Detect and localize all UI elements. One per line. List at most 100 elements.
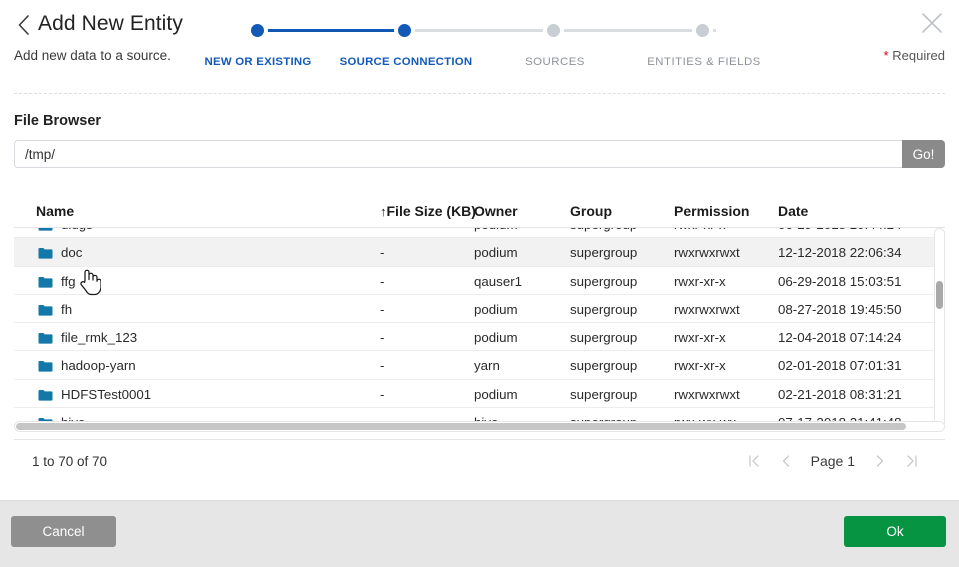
table-cell-permission: rwxr-xr-x xyxy=(674,273,726,289)
table-cell-date: 12-12-2018 22:06:34 xyxy=(778,245,902,261)
folder-icon xyxy=(38,388,53,401)
table-cell-group: supergroup xyxy=(570,245,638,261)
next-page-icon[interactable] xyxy=(873,450,887,472)
table-cell-name: ffg xyxy=(61,273,76,289)
table-cell-size: - xyxy=(380,273,385,289)
table-cell-name: hadoop-yarn xyxy=(61,358,136,374)
table-row[interactable]: fh - podium supergroup rwxrwxrwxt 08-27-2018 … xyxy=(14,295,945,324)
column-header-file-size[interactable]: ↑File Size (KB) xyxy=(380,203,476,219)
stepper-track xyxy=(260,29,716,32)
go-button[interactable]: Go! xyxy=(902,140,945,168)
cancel-button[interactable]: Cancel xyxy=(11,516,116,547)
table-row[interactable]: ffg - qauser1 supergroup rwxr-xr-x 06-29-2018… xyxy=(14,267,945,295)
stepper-label-source-connection[interactable]: SOURCE CONNECTION xyxy=(340,56,473,68)
last-page-icon[interactable] xyxy=(905,450,919,472)
file-browser-label: File Browser xyxy=(14,113,102,129)
required-label: Required xyxy=(892,48,945,63)
header-divider xyxy=(14,93,945,94)
dialog-header: Add New Entity Add new data to a source.… xyxy=(0,0,959,88)
table-cell-permission: rwxrwxrwxt xyxy=(674,301,740,317)
stepper-segment-1 xyxy=(260,29,413,32)
table-cell-group: supergroup xyxy=(570,330,638,346)
table-cell-date: 06-29-2018 20:44:24 xyxy=(778,228,901,232)
pagination-page-label[interactable]: Page 1 xyxy=(811,453,855,469)
table-cell-owner: podium xyxy=(474,245,518,261)
table-cell-name: fh xyxy=(61,301,73,317)
table-bottom-divider xyxy=(14,439,945,440)
table-row[interactable]: hadoop-yarn - yarn supergroup rwxr-xr-x 02-01… xyxy=(14,351,945,380)
vertical-scroll-thumb[interactable] xyxy=(936,281,943,309)
table-vertical-scrollbar[interactable] xyxy=(934,228,945,428)
required-asterisk: * xyxy=(883,48,889,63)
stepper-label-entities-fields[interactable]: ENTITIES & FIELDS xyxy=(647,56,761,68)
table-cell-date: 08-27-2018 19:45:50 xyxy=(778,301,902,317)
column-header-permission[interactable]: Permission xyxy=(674,203,749,219)
table-cell-name: HDFSTest0001 xyxy=(61,386,152,402)
stepper-dot-entities-fields[interactable] xyxy=(692,20,713,41)
table-cell-group: supergroup xyxy=(570,358,638,374)
table-cell-name: doc xyxy=(61,245,83,261)
dialog-footer: Cancel Ok xyxy=(0,500,959,567)
folder-icon xyxy=(38,331,53,344)
table-cell-date: 02-01-2018 07:01:31 xyxy=(778,358,902,374)
table-cell-size: - xyxy=(380,245,385,261)
column-header-name[interactable]: Name xyxy=(36,203,74,219)
table-cell-group: supergroup xyxy=(570,273,638,289)
stepper-segment-2 xyxy=(412,29,564,32)
required-note: * Required xyxy=(884,48,945,63)
file-table: Name ↑File Size (KB) Owner Group Permiss… xyxy=(14,194,945,446)
table-cell-group: supergroup xyxy=(570,301,638,317)
table-header-row: Name ↑File Size (KB) Owner Group Permiss… xyxy=(14,194,945,228)
horizontal-scroll-thumb[interactable] xyxy=(16,423,906,430)
column-header-date[interactable]: Date xyxy=(778,203,808,219)
table-cell-size: - xyxy=(380,228,384,232)
page-title: Add New Entity xyxy=(38,12,183,35)
table-cell-owner: qauser1 xyxy=(474,273,523,289)
folder-icon xyxy=(38,246,53,259)
table-cell-owner: podium xyxy=(474,301,518,317)
first-page-icon[interactable] xyxy=(747,450,761,472)
path-row: Go! xyxy=(14,140,945,168)
table-cell-permission: rwxrwxrwxt xyxy=(674,386,740,402)
pagination-count: 1 to 70 of 70 xyxy=(32,454,108,469)
stepper-dot-sources[interactable] xyxy=(543,20,564,41)
folder-icon xyxy=(38,228,53,231)
column-header-group[interactable]: Group xyxy=(570,203,612,219)
stepper-dot-new-or-existing[interactable] xyxy=(247,20,268,41)
table-row[interactable]: file_rmk_123 - podium supergroup rwxr-xr-x 12… xyxy=(14,323,945,352)
table-row[interactable]: doc - podium supergroup rwxrwxrwxt 12-12-2018… xyxy=(14,238,945,267)
table-cell-date: 12-04-2018 07:14:24 xyxy=(778,330,902,346)
table-cell-owner: podium xyxy=(474,228,518,232)
table-cell-owner: yarn xyxy=(474,358,500,374)
folder-icon xyxy=(38,303,53,316)
close-icon[interactable] xyxy=(919,10,945,36)
stepper-label-sources[interactable]: SOURCES xyxy=(525,56,585,68)
table-cell-size: - xyxy=(380,330,385,346)
wizard-stepper: NEW OR EXISTING SOURCE CONNECTION SOURCE… xyxy=(198,16,778,78)
column-header-owner[interactable]: Owner xyxy=(474,203,518,219)
table-cell-permission: rwxr-xr-x xyxy=(674,228,726,232)
table-horizontal-scrollbar[interactable] xyxy=(14,421,945,432)
table-row[interactable]: didgs - podium supergroup rwxr-xr-x 06-29-201… xyxy=(14,228,945,239)
table-body: didgs - podium supergroup rwxr-xr-x 06-29-201… xyxy=(14,228,945,432)
table-cell-permission: rwxr-xr-x xyxy=(674,358,726,374)
table-cell-owner: podium xyxy=(474,330,518,346)
stepper-label-new-or-existing[interactable]: NEW OR EXISTING xyxy=(205,56,312,68)
table-row[interactable]: HDFSTest0001 - podium supergroup rwxrwxrwxt 0… xyxy=(14,380,945,409)
table-cell-date: 02-21-2018 08:31:21 xyxy=(778,386,902,402)
pagination-controls: Page 1 xyxy=(747,450,919,472)
table-cell-group: supergroup xyxy=(570,386,638,402)
table-cell-permission: rwxrwxrwxt xyxy=(674,245,740,261)
add-new-entity-dialog: Add New Entity Add new data to a source.… xyxy=(0,0,959,567)
path-input[interactable] xyxy=(14,140,902,168)
column-header-file-size-label: File Size (KB) xyxy=(386,203,476,219)
folder-icon xyxy=(38,275,53,288)
folder-icon xyxy=(38,359,53,373)
chevron-left-icon[interactable] xyxy=(14,14,32,36)
ok-button[interactable]: Ok xyxy=(844,516,946,547)
table-cell-name: didgs xyxy=(61,228,93,232)
prev-page-icon[interactable] xyxy=(779,450,793,472)
table-cell-size: - xyxy=(380,301,385,317)
table-rows: didgs - podium supergroup rwxr-xr-x 06-29-201… xyxy=(14,228,945,432)
stepper-dot-source-connection[interactable] xyxy=(394,20,415,41)
